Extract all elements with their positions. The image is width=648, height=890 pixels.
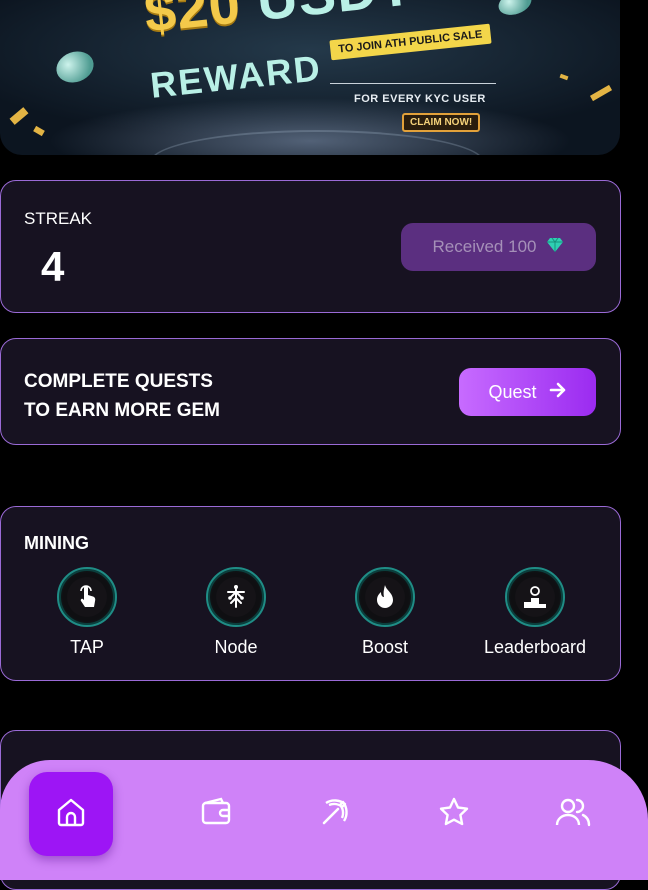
streak-label: STREAK xyxy=(24,209,93,228)
mining-leaderboard[interactable]: Leaderboard xyxy=(475,567,595,658)
quests-line-1: COMPLETE QUESTS xyxy=(24,371,213,392)
nav-home[interactable] xyxy=(29,772,113,856)
banner-ring xyxy=(150,130,484,155)
star-icon xyxy=(437,795,471,834)
nav-favorites[interactable] xyxy=(412,772,496,856)
podium-icon xyxy=(505,567,565,627)
banner-divider xyxy=(330,83,496,84)
banner-currency: USDT xyxy=(254,0,416,32)
bottom-nav xyxy=(0,760,648,880)
banner-subtext: FOR EVERY KYC USER xyxy=(354,93,486,105)
confetti xyxy=(9,107,29,125)
quest-button-label: Quest xyxy=(488,381,537,402)
confetti xyxy=(559,73,569,81)
wallet-icon xyxy=(199,795,233,834)
home-icon xyxy=(54,795,88,834)
coin-icon xyxy=(495,0,535,20)
coin-icon xyxy=(52,46,98,88)
banner-amount: $20 xyxy=(141,0,244,45)
claim-now-button[interactable]: CLAIM NOW! xyxy=(402,113,481,132)
banner-reward: REWARD xyxy=(148,47,324,106)
mining-title: MINING xyxy=(24,533,89,553)
confetti xyxy=(33,125,45,137)
mining-boost[interactable]: Boost xyxy=(325,567,445,658)
mining-node-label: Node xyxy=(214,637,258,657)
fire-icon xyxy=(355,567,415,627)
mining-node[interactable]: Node xyxy=(176,567,296,658)
users-icon xyxy=(555,795,591,834)
arrow-right-icon xyxy=(549,382,567,403)
tap-icon xyxy=(57,567,117,627)
quest-button[interactable]: Quest xyxy=(459,368,596,416)
received-label: Received 100 xyxy=(432,237,537,256)
mining-tap-label: TAP xyxy=(70,637,104,657)
promo-banner[interactable]: $20 USDT REWARD TO JOIN ATH PUBLIC SALE … xyxy=(0,0,620,155)
banner-tagline: TO JOIN ATH PUBLIC SALE xyxy=(329,23,492,61)
streak-value: 4 xyxy=(41,243,65,290)
quests-card: COMPLETE QUESTS TO EARN MORE GEM Quest xyxy=(0,338,621,445)
nav-friends[interactable] xyxy=(531,772,615,856)
mining-card: MINING TAP Node Boost Leaderboard xyxy=(0,506,621,681)
received-button[interactable]: Received 100 xyxy=(401,223,596,271)
pickaxe-icon xyxy=(318,795,352,834)
quests-line-2: TO EARN MORE GEM xyxy=(24,400,220,421)
quests-title: COMPLETE QUESTS TO EARN MORE GEM xyxy=(24,367,220,425)
nav-wallet[interactable] xyxy=(174,772,258,856)
nav-mining[interactable] xyxy=(293,772,377,856)
mining-leaderboard-label: Leaderboard xyxy=(483,637,587,657)
mining-tap[interactable]: TAP xyxy=(27,567,147,658)
streak-card: STREAK 4 Received 100 xyxy=(0,180,621,313)
gem-icon xyxy=(546,237,564,258)
node-icon xyxy=(206,567,266,627)
confetti xyxy=(589,84,613,102)
mining-boost-label: Boost xyxy=(361,637,409,657)
